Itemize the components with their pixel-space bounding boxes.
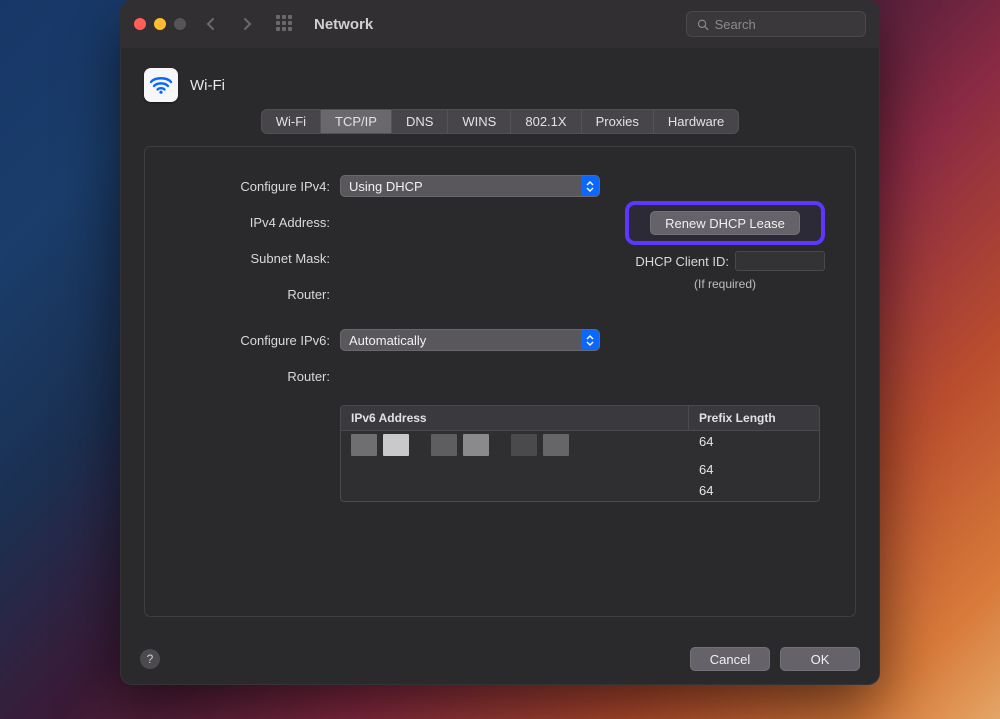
dialog-footer: ? Cancel OK	[120, 633, 880, 685]
minimize-window-button[interactable]	[154, 18, 166, 30]
ipv4-address-label: IPv4 Address:	[175, 215, 330, 230]
tab-tcpip[interactable]: TCP/IP	[321, 110, 392, 133]
tab-hardware[interactable]: Hardware	[654, 110, 738, 133]
zoom-window-button[interactable]	[174, 18, 186, 30]
ipv6-table-col-address[interactable]: IPv6 Address	[341, 406, 689, 430]
ok-button[interactable]: OK	[780, 647, 860, 671]
configure-ipv6-value: Automatically	[349, 333, 426, 348]
dhcp-client-id-input[interactable]	[735, 251, 825, 271]
subnet-mask-label: Subnet Mask:	[175, 251, 330, 266]
redacted-address-segment	[511, 434, 537, 456]
renew-dhcp-highlight: Renew DHCP Lease	[625, 201, 825, 245]
configure-ipv4-select[interactable]: Using DHCP	[340, 175, 600, 197]
redacted-address-segment	[383, 434, 409, 456]
ipv4-router-label: Router:	[175, 287, 330, 302]
show-all-icon[interactable]	[276, 15, 294, 33]
tab-wifi[interactable]: Wi-Fi	[262, 110, 321, 133]
tab-proxies[interactable]: Proxies	[582, 110, 654, 133]
tab-dns[interactable]: DNS	[392, 110, 448, 133]
titlebar: Network	[120, 0, 880, 48]
window-title: Network	[314, 16, 373, 33]
pane-title: Wi-Fi	[190, 77, 225, 94]
pane-header: Wi-Fi	[144, 68, 856, 102]
prefix-length-value: 64	[689, 480, 819, 501]
redacted-address-segment	[543, 434, 569, 456]
tcpip-panel: Configure IPv4: Using DHCP IPv4 Address:…	[144, 146, 856, 617]
window-body: Wi-Fi Wi-Fi TCP/IP DNS WINS 802.1X Proxi…	[120, 48, 880, 633]
search-input[interactable]	[715, 17, 855, 32]
ipv6-router-label: Router:	[175, 369, 330, 384]
redacted-address-segment	[351, 434, 377, 456]
configure-ipv6-select[interactable]: Automatically	[340, 329, 600, 351]
tab-bar: Wi-Fi TCP/IP DNS WINS 802.1X Proxies Har…	[261, 109, 740, 134]
back-button[interactable]	[200, 13, 222, 35]
dhcp-client-id-label: DHCP Client ID:	[635, 254, 729, 269]
help-button[interactable]: ?	[140, 649, 160, 669]
cancel-button[interactable]: Cancel	[690, 647, 770, 671]
tab-wins[interactable]: WINS	[448, 110, 511, 133]
table-row[interactable]: 64	[341, 480, 819, 501]
network-settings-window: Network Wi-Fi Wi-Fi	[120, 0, 880, 685]
ipv6-table-col-prefix[interactable]: Prefix Length	[689, 406, 819, 430]
forward-button[interactable]	[236, 13, 258, 35]
redacted-address-segment	[463, 434, 489, 456]
search-field[interactable]	[686, 11, 866, 37]
table-row[interactable]: 64	[341, 459, 819, 480]
chevron-up-down-icon	[581, 330, 599, 350]
configure-ipv4-value: Using DHCP	[349, 179, 423, 194]
wifi-icon	[144, 68, 178, 102]
window-controls	[134, 18, 186, 30]
configure-ipv4-label: Configure IPv4:	[175, 179, 330, 194]
configure-ipv6-label: Configure IPv6:	[175, 333, 330, 348]
prefix-length-value: 64	[689, 431, 819, 459]
renew-dhcp-lease-button[interactable]: Renew DHCP Lease	[650, 211, 800, 235]
dhcp-side-column: Renew DHCP Lease DHCP Client ID: (If req…	[625, 201, 825, 291]
ipv6-address-table: IPv6 Address Prefix Length	[340, 405, 820, 502]
redacted-address-segment	[431, 434, 457, 456]
close-window-button[interactable]	[134, 18, 146, 30]
chevron-up-down-icon	[581, 176, 599, 196]
table-row[interactable]: 64	[341, 431, 819, 459]
prefix-length-value: 64	[689, 459, 819, 480]
tab-8021x[interactable]: 802.1X	[511, 110, 581, 133]
dhcp-if-required-note: (If required)	[625, 277, 825, 291]
search-icon	[697, 18, 709, 31]
